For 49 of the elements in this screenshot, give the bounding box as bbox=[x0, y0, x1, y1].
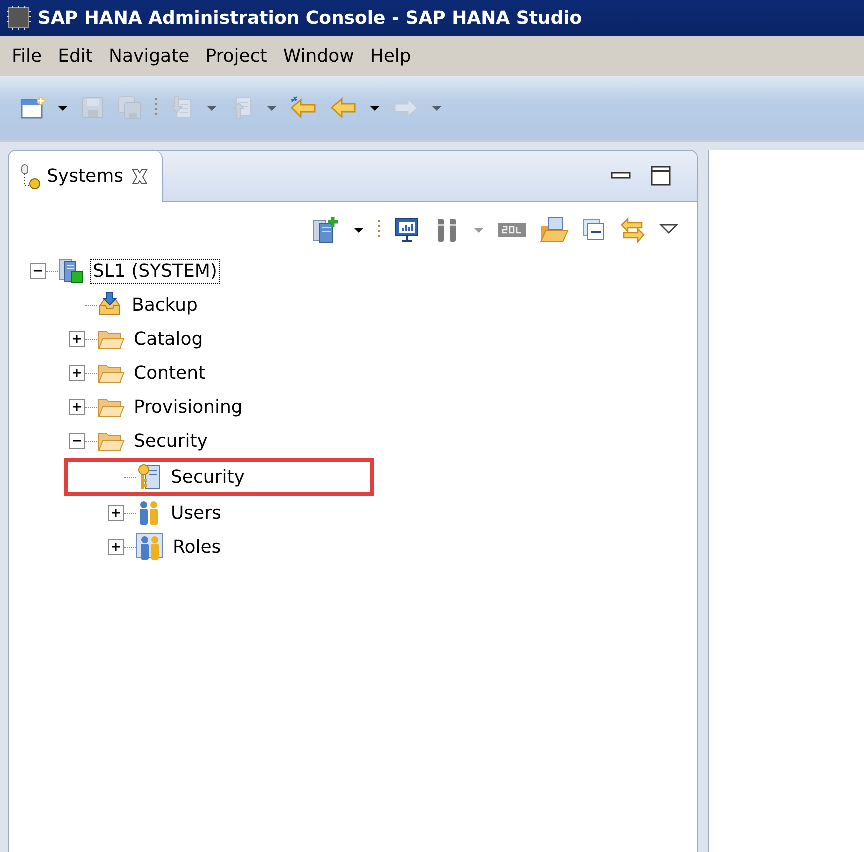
arrow-left-star-icon[interactable] bbox=[289, 95, 319, 121]
collapse-all-icon[interactable] bbox=[581, 217, 607, 243]
tree-item[interactable]: Security bbox=[64, 458, 374, 496]
server-plug-icon bbox=[21, 164, 41, 190]
menu-item[interactable]: Help bbox=[364, 44, 418, 68]
tree-item[interactable]: Users bbox=[30, 496, 224, 530]
two-way-arrows-icon[interactable] bbox=[619, 216, 647, 244]
close-icon[interactable] bbox=[130, 166, 150, 186]
tree-item[interactable]: Content bbox=[30, 356, 209, 390]
key-icon bbox=[136, 463, 162, 491]
expand-toggle[interactable] bbox=[69, 365, 85, 381]
window-title: SAP HANA Administration Console - SAP HANA Studio bbox=[38, 8, 582, 28]
collapse-toggle[interactable] bbox=[69, 433, 85, 449]
expand-toggle[interactable] bbox=[69, 399, 85, 415]
tree-label: Roles bbox=[172, 536, 222, 560]
tree-label: SL1 (SYSTEM) bbox=[90, 258, 220, 284]
expand-toggle[interactable] bbox=[69, 331, 85, 347]
folder-document-icon[interactable] bbox=[539, 216, 569, 244]
tree-label: Backup bbox=[131, 294, 199, 318]
tree-label: Provisioning bbox=[133, 396, 244, 420]
menu-item[interactable]: Navigate bbox=[102, 44, 196, 68]
tree-item[interactable]: SL1 (SYSTEM) bbox=[30, 254, 220, 288]
new-window-icon[interactable] bbox=[20, 95, 46, 121]
people-card-icon bbox=[136, 533, 164, 561]
collapse-toggle[interactable] bbox=[30, 263, 46, 279]
menu-item[interactable]: Edit bbox=[52, 44, 99, 68]
tree-label: Content bbox=[133, 362, 207, 386]
menu-item[interactable]: File bbox=[6, 44, 48, 68]
chip-icon bbox=[4, 4, 34, 32]
tree-item[interactable]: Security bbox=[30, 424, 211, 458]
tree-item[interactable]: Backup bbox=[30, 288, 201, 322]
tree-label: Security bbox=[170, 466, 246, 490]
tree-item[interactable]: Roles bbox=[30, 530, 224, 564]
tree-label: Security bbox=[133, 430, 209, 454]
menu-item[interactable]: Window bbox=[277, 44, 360, 68]
monitor-icon[interactable] bbox=[393, 216, 421, 244]
expand-toggle[interactable] bbox=[108, 539, 124, 555]
maximize-icon[interactable] bbox=[651, 166, 671, 186]
tree-item[interactable]: Catalog bbox=[30, 322, 206, 356]
systems-tab[interactable]: Systems bbox=[9, 151, 163, 202]
tree-label: Catalog bbox=[133, 328, 204, 352]
minimize-icon[interactable] bbox=[611, 171, 631, 181]
server-icon bbox=[58, 258, 84, 284]
menu-item[interactable]: Project bbox=[200, 44, 274, 68]
expand-toggle[interactable] bbox=[108, 505, 124, 521]
server-add-icon[interactable] bbox=[311, 215, 341, 245]
inbox-arrow-icon bbox=[97, 292, 123, 318]
tree-item[interactable]: Provisioning bbox=[30, 390, 246, 424]
tree-label: Users bbox=[170, 502, 222, 526]
